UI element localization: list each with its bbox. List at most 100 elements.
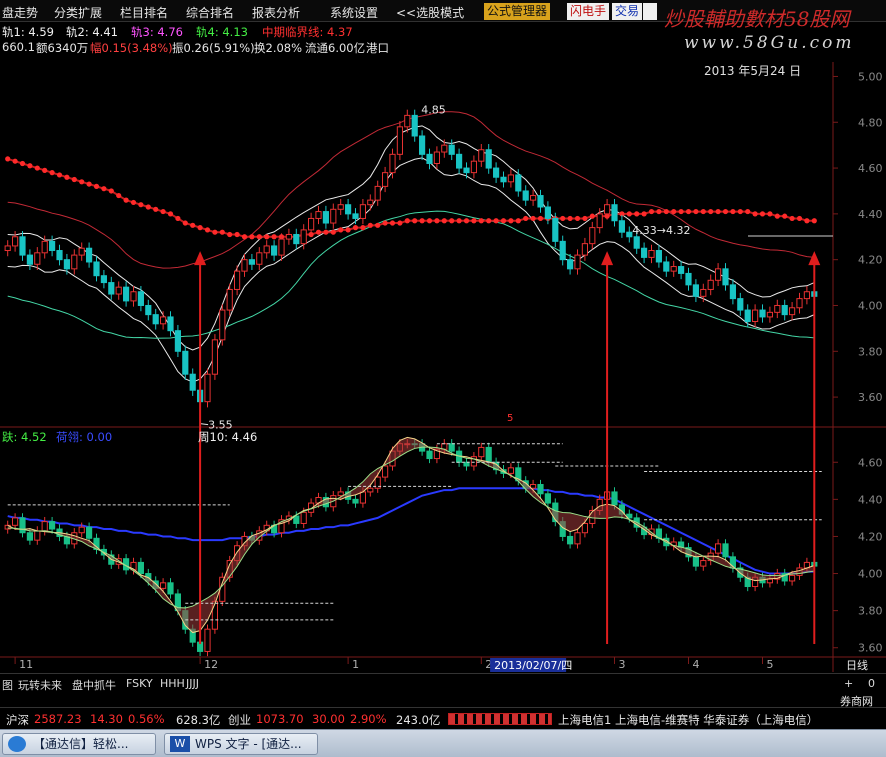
sub-candle-body (293, 515, 300, 524)
mid-threshold-dot (138, 202, 144, 208)
candle-body (641, 247, 648, 258)
sub-candle-body (86, 526, 93, 539)
sub-candle-body (544, 493, 551, 504)
cy-index-change: 30.00 (312, 712, 345, 726)
os-taskbar: 【通达信】轻松... W WPS 文字 - [通达... (0, 729, 886, 757)
mid-threshold-dot (352, 225, 359, 231)
low-annotation-leader (200, 423, 209, 426)
brand-watermark-url: www.58Gu.com (684, 33, 855, 53)
mid-threshold-dot (153, 206, 159, 212)
mid-threshold-dot (93, 183, 100, 189)
candle-body (219, 309, 226, 341)
candle-body (766, 311, 773, 318)
taskbar-item-tdx[interactable]: 【通达信】轻松... (2, 733, 156, 755)
mid-threshold-dot (167, 211, 174, 217)
zero-button[interactable]: 0 (868, 677, 875, 690)
candle-body (271, 245, 278, 256)
candle-body (49, 240, 56, 252)
add-tab-button[interactable]: + (844, 677, 853, 690)
candle-body (248, 259, 255, 265)
candle-body (655, 250, 662, 263)
menu-item-category[interactable]: 分类扩展 (54, 4, 102, 21)
track3-label: 轨3: 4.76 (131, 25, 183, 39)
mid-threshold-dot (249, 234, 255, 240)
tab-hhh[interactable]: HHH (160, 677, 185, 690)
menu-item-report[interactable]: 报表分析 (252, 4, 300, 21)
sub-candle-body (463, 461, 470, 467)
sub-candle-body (167, 582, 174, 595)
candle-body (552, 217, 559, 242)
tab-fsky[interactable]: FSKY (126, 677, 153, 690)
mid-threshold-dot (715, 208, 721, 215)
sub-candle-body (359, 491, 366, 504)
candle-body (618, 220, 625, 233)
mid-threshold-dot (101, 186, 107, 192)
tab-jjjj[interactable]: JJJJ (186, 677, 199, 690)
mid-threshold-dot (582, 215, 588, 222)
mid-threshold-dot (27, 163, 33, 169)
mid-threshold-dot (116, 192, 122, 199)
candlestick-chart: 5.00 4.80 4.60 4.40 4.20 4.00 3.80 3.60 4.60 4.40… (0, 62, 886, 672)
mid-threshold-dot (404, 218, 410, 224)
mid-threshold-dot (537, 215, 544, 222)
extra-menu-button[interactable] (643, 3, 657, 20)
x-tick-label: 3 (619, 658, 626, 671)
trade-button[interactable]: 交易 (612, 3, 643, 20)
flash-trader-button[interactable]: 闪电手 (567, 3, 610, 20)
high-price-annotation: 4.85 (421, 103, 446, 116)
candle-body (19, 236, 26, 256)
menu-item-column-rank[interactable]: 栏目排名 (120, 4, 168, 21)
mid-threshold-dot (197, 225, 203, 231)
mid-threshold-dot (774, 213, 780, 219)
buy-signal-arrow-head (194, 251, 207, 266)
sub-tick-label: 4.20 (858, 530, 883, 543)
sub-candle-body (766, 578, 773, 584)
candle-body (589, 227, 596, 245)
menu-item-stock-picker[interactable]: <<选股模式 (396, 4, 464, 21)
sh-index-pct: 0.56% (128, 712, 165, 726)
taskbar-item-wps-label: WPS 文字 - [通达... (195, 737, 302, 751)
candle-body (433, 151, 440, 164)
x-tick-label: 12 (204, 658, 218, 671)
candle-body (744, 309, 751, 323)
sub-candle-body (160, 582, 167, 589)
mid-threshold-dot (648, 208, 655, 215)
mid-threshold-dot (182, 220, 188, 226)
mid-threshold-dot (382, 220, 388, 226)
mid-threshold-dot (523, 215, 529, 222)
buy-signal-arrow-head (808, 251, 821, 266)
tab-future[interactable]: 玩转未来 (18, 677, 62, 693)
sub-candle-body (49, 521, 56, 530)
mid-threshold-dot (493, 218, 499, 224)
candle-body (759, 309, 766, 318)
mid-threshold-dot (419, 218, 425, 224)
taskbar-item-wps[interactable]: W WPS 文字 - [通达... (164, 733, 318, 755)
x-tick-label: 11 (19, 658, 33, 671)
mid-threshold-dot (256, 234, 262, 240)
menu-item-overall-rank[interactable]: 综合排名 (186, 4, 234, 21)
mid-threshold-dot (145, 204, 151, 210)
mid-threshold-dot (34, 165, 40, 171)
menu-item-settings[interactable]: 系统设置 (330, 4, 378, 21)
candle-body (93, 261, 100, 277)
change-value: 幅0.15(3.48%) (90, 41, 173, 55)
formula-manager-button[interactable]: 公式管理器 (484, 3, 551, 20)
candle-body (115, 286, 122, 295)
candle-body (4, 245, 11, 252)
price-tick-label: 4.00 (858, 299, 883, 312)
buy-signal-arrow-head (601, 251, 614, 266)
sub-tick-label: 3.80 (858, 605, 883, 618)
price-tick-label: 4.40 (858, 208, 883, 221)
tab-bull[interactable]: 盘中抓牛 (72, 677, 116, 693)
candle-body (34, 252, 41, 265)
tab-chart[interactable]: 图 (2, 677, 13, 693)
candle-body (648, 250, 655, 258)
mid-threshold-dot (79, 179, 85, 185)
sub-candle-body (537, 484, 544, 495)
candle-body (737, 298, 744, 311)
mid-threshold-dot (412, 218, 418, 224)
menu-item-trend[interactable]: 盘走势 (2, 4, 38, 21)
mid-threshold-dot (641, 211, 647, 217)
segment-annotation: 4.33→4.32 (632, 224, 690, 237)
mid-threshold-dot (530, 215, 536, 222)
